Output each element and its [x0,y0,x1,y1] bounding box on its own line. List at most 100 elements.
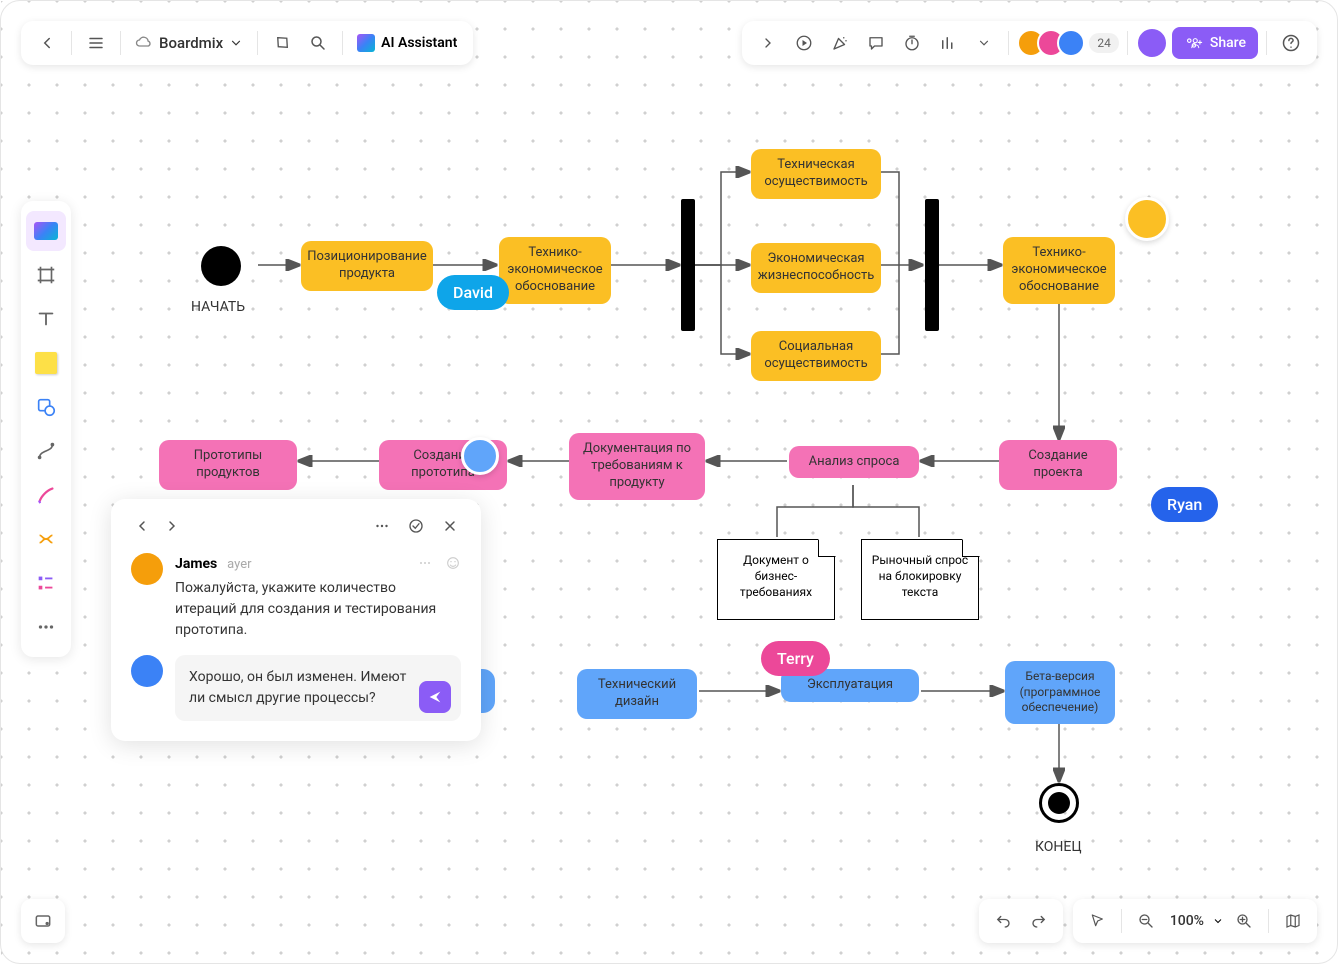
doc-business-requirements[interactable]: Документ о бизнес-требованиях [717,539,835,620]
comment-item: James ayer Пожалуйста, укажите количеств… [131,553,461,641]
tool-boardmix[interactable] [26,211,66,251]
avatar-count: 24 [1089,33,1119,53]
tool-sidebar [21,201,71,657]
node-social[interactable]: Социальная осуществимость [751,331,881,381]
comment-more-button[interactable] [371,515,393,537]
end-node[interactable] [1039,783,1079,823]
tool-more[interactable] [26,607,66,647]
comment-nav [131,515,183,537]
tool-sticky-note[interactable] [26,343,66,383]
undo-button[interactable] [987,905,1019,937]
resolve-button[interactable] [405,515,427,537]
back-button[interactable] [31,27,63,59]
undo-redo-group [979,899,1063,943]
cursor-label-terry: Terry [761,641,830,676]
tool-connector[interactable] [26,431,66,471]
collaborator-avatar-float-2[interactable] [461,437,499,475]
chart-button[interactable] [932,27,964,59]
node-feasibility-1[interactable]: Технико-экономическое обоснование [499,237,611,304]
node-positioning[interactable]: Позиционирование продукта [301,241,433,291]
redo-button[interactable] [1023,905,1055,937]
cursor-tool[interactable] [1081,905,1113,937]
file-name-dropdown[interactable]: Boardmix [129,34,249,52]
tool-frame[interactable] [26,255,66,295]
header-left-toolbar: Boardmix AI Assistant [21,21,473,65]
emoji-icon[interactable] [445,555,461,571]
comment-item-more-icon[interactable] [417,555,433,571]
doc-fold-icon [818,539,836,557]
search-button[interactable] [302,27,334,59]
timer-button[interactable] [896,27,928,59]
node-create-project[interactable]: Создание проекта [999,440,1117,490]
header-right-toolbar: 24 Share [742,21,1317,65]
parallel-bar-2[interactable] [925,199,939,331]
doc-fold-icon [962,539,980,557]
comment-time: ayer [227,557,251,572]
comment-button[interactable] [860,27,892,59]
doc-market-demand[interactable]: Рыночный спрос на блокировку текста [861,539,979,620]
bottom-panel-toggle[interactable] [21,899,65,943]
prev-comment-button[interactable] [131,515,153,537]
zoom-value[interactable]: 100% [1166,913,1208,929]
my-avatar[interactable] [1136,27,1168,59]
node-demand-analysis[interactable]: Анализ спроса [789,446,919,478]
close-comment-button[interactable] [439,515,461,537]
chevron-right-icon[interactable] [752,27,784,59]
divider [1127,31,1128,55]
menu-button[interactable] [80,27,112,59]
tool-text[interactable] [26,299,66,339]
comment-user-name: James [175,556,217,572]
start-label: НАЧАТЬ [191,299,245,315]
node-feasibility-2[interactable]: Технико-экономическое обоснование [1003,237,1115,304]
zoom-out-button[interactable] [1130,905,1162,937]
tag-button[interactable] [266,27,298,59]
node-tech-feasibility[interactable]: Техническая осуществимость [751,149,881,199]
confetti-button[interactable] [824,27,856,59]
avatar [1057,29,1085,57]
tool-list[interactable] [26,563,66,603]
start-node[interactable] [201,246,241,286]
chevron-down-icon[interactable] [1212,915,1224,927]
share-button[interactable]: Share [1172,27,1258,59]
node-prototypes[interactable]: Прототипы продуктов [159,440,297,490]
zoom-in-button[interactable] [1228,905,1260,937]
divider [1121,909,1122,933]
comment-text: Пожалуйста, укажите количество итераций … [175,578,461,641]
doc-text: Документ о бизнес-требованиях [740,553,812,599]
comment-panel: James ayer Пожалуйста, укажите количеств… [111,499,481,741]
next-comment-button[interactable] [161,515,183,537]
collaborator-avatar-float[interactable] [1125,197,1169,241]
node-prd[interactable]: Документация по требованиям к продукту [569,433,705,500]
cursor-label-ryan: Ryan [1151,487,1218,522]
end-label: КОНЕЦ [1035,839,1082,855]
more-chevron-icon[interactable] [968,27,1000,59]
node-economic[interactable]: Экономическая жизнеспособность [751,243,881,293]
divider [71,31,72,55]
tool-shape[interactable] [26,387,66,427]
avatar [131,553,163,585]
play-button[interactable] [788,27,820,59]
ai-logo-icon [357,34,375,52]
cloud-icon [135,34,153,52]
bottom-right-toolbar: 100% [979,899,1317,943]
divider [1268,909,1269,933]
node-beta[interactable]: Бета-версия (программное обеспечение) [1005,661,1115,724]
collaborator-avatars[interactable]: 24 [1017,29,1119,57]
comment-header [131,515,461,537]
divider [120,31,121,55]
node-tech-design[interactable]: Технический дизайн [577,669,697,719]
parallel-bar-1[interactable] [681,199,695,331]
help-button[interactable] [1275,27,1307,59]
chevron-down-icon [229,36,243,50]
tool-brush[interactable] [26,475,66,515]
send-icon [427,689,443,705]
cursor-label-david: David [437,275,509,310]
ai-assistant-button[interactable]: AI Assistant [351,34,463,52]
map-view-button[interactable] [1277,905,1309,937]
send-reply-button[interactable] [419,681,451,713]
share-label: Share [1210,35,1246,51]
zoom-group: 100% [1073,899,1317,943]
sticky-icon [35,352,57,374]
tool-mindmap[interactable] [26,519,66,559]
doc-text: Рыночный спрос на блокировку текста [872,553,968,599]
